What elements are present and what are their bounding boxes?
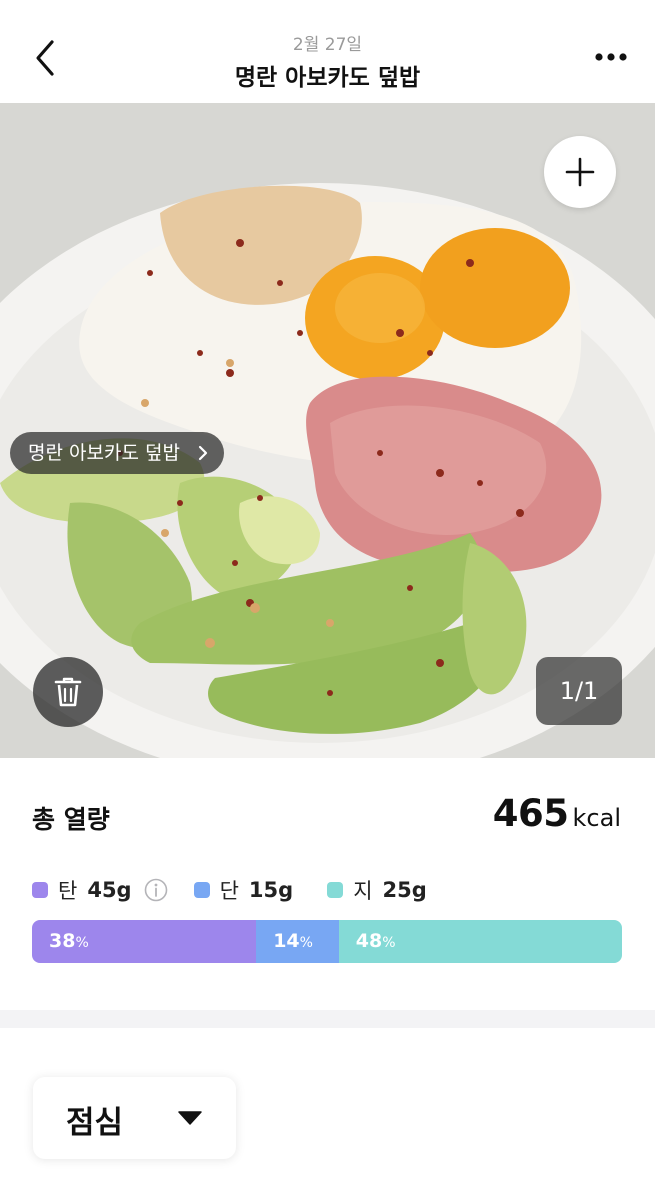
trash-icon <box>54 677 82 707</box>
calories-unit: kcal <box>572 804 621 832</box>
more-button[interactable] <box>591 44 631 70</box>
carbs-ratio-value: 38 <box>49 930 76 952</box>
carbs-percent-symbol: % <box>75 935 89 951</box>
protein-value: 15g <box>248 878 294 902</box>
macro-carbs: 탄 45g <box>32 875 167 905</box>
macro-protein: 단 15g <box>193 875 294 905</box>
fat-ratio-segment: 48% <box>338 920 622 963</box>
macro-fat: 지 25g <box>327 875 427 905</box>
top-bar: 2월 27일 명란 아보카도 덮밥 <box>0 0 655 103</box>
carbs-value: 45g <box>87 878 132 902</box>
caret-down-icon <box>178 1111 202 1125</box>
total-calories-label: 총 열량 <box>32 805 110 834</box>
carbs-label: 탄 <box>58 879 78 903</box>
macro-summary: 탄 45g 단 15g 지 25g <box>32 874 461 906</box>
meal-type-dropdown[interactable]: 점심 <box>33 1077 236 1159</box>
protein-ratio-segment: 14% <box>256 920 339 963</box>
page-title: 명란 아보카도 덮밥 <box>234 65 421 91</box>
fat-percent-symbol: % <box>382 935 396 951</box>
add-photo-button[interactable] <box>544 136 616 208</box>
fat-color-dot <box>327 882 344 898</box>
total-calories-value: 465 kcal <box>493 792 621 835</box>
section-divider <box>0 1010 655 1028</box>
macro-ratio-bar: 38% 14% 48% <box>32 920 622 963</box>
food-tag-label: 명란 아보카도 덮밥 <box>28 442 180 464</box>
carbs-color-dot <box>32 882 48 898</box>
protein-label: 단 <box>219 879 239 903</box>
more-dots-icon <box>595 53 627 61</box>
food-tag-button[interactable]: 명란 아보카도 덮밥 <box>10 432 224 474</box>
plus-icon <box>565 157 595 187</box>
info-icon[interactable] <box>144 878 168 902</box>
chevron-right-icon <box>198 445 208 461</box>
photo-counter: 1/1 <box>536 657 622 725</box>
delete-photo-button[interactable] <box>33 657 103 727</box>
carbs-ratio-segment: 38% <box>32 920 257 963</box>
fat-value: 25g <box>382 878 427 902</box>
fat-label: 지 <box>353 879 373 903</box>
protein-ratio-value: 14 <box>273 930 300 952</box>
calories-number: 465 <box>492 792 569 835</box>
protein-percent-symbol: % <box>299 935 313 951</box>
meal-type-value: 점심 <box>66 1105 124 1141</box>
fat-ratio-value: 48 <box>355 930 383 952</box>
meal-date: 2월 27일 <box>292 35 363 55</box>
protein-color-dot <box>193 882 210 898</box>
